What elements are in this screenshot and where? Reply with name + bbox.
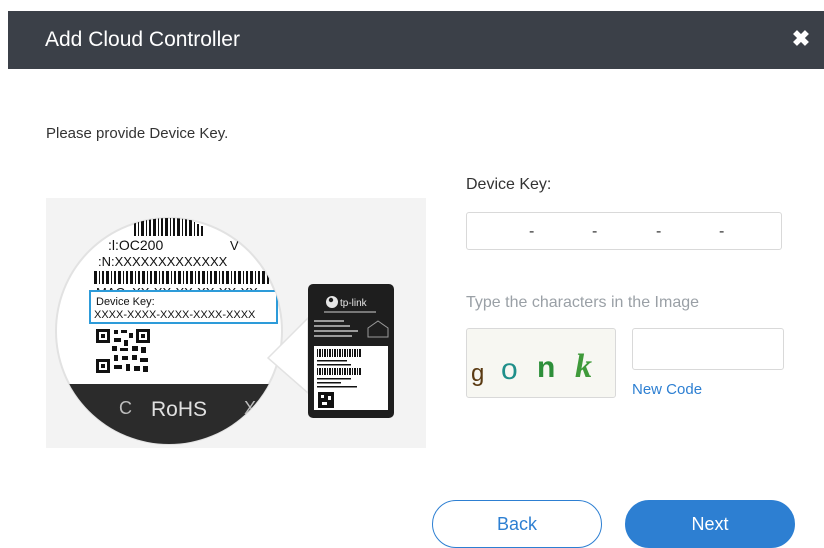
captcha-label: Type the characters in the Image — [466, 294, 700, 311]
captcha-image: g o n k — [466, 328, 616, 398]
captcha-char-1: g — [471, 360, 484, 387]
new-code-link[interactable]: New Code — [632, 381, 702, 398]
device-key-input[interactable]: - - - - — [466, 212, 782, 250]
serial-text: :N:XXXXXXXXXXXXX — [98, 254, 228, 269]
dialog-header: Add Cloud Controller ✖ — [8, 11, 824, 69]
captcha-input[interactable] — [632, 328, 784, 370]
device-label-illustration: :l:OC200 V :N:XXXXXXXXXXXXX Device Key: … — [46, 198, 426, 448]
brand-text: tp-link — [340, 298, 368, 309]
model-text: :l:OC200 — [108, 237, 163, 253]
rohs-text: RoHS — [151, 398, 207, 421]
prompt-text: Please provide Device Key. — [46, 125, 229, 142]
ce-mark-text: C — [119, 398, 132, 418]
device-illustration-svg: :l:OC200 V :N:XXXXXXXXXXXXX Device Key: … — [55, 217, 394, 445]
key-separator-1: - — [529, 223, 535, 240]
captcha-char-3: n — [537, 351, 555, 384]
device-key-label: Device Key: — [466, 176, 552, 193]
device-key-value: XXXX-XXXX-XXXX-XXXX-XXXX — [94, 309, 256, 321]
qr-code — [96, 329, 151, 373]
captcha-svg: g o n k — [471, 348, 592, 387]
key-separator-3: - — [656, 223, 662, 240]
captcha-char-4: k — [575, 348, 592, 385]
next-button[interactable]: Next — [625, 500, 795, 548]
key-separator-2: - — [592, 223, 598, 240]
device-key-caption: Device Key: — [96, 296, 155, 308]
captcha-char-2: o — [501, 353, 518, 386]
key-separator-4: - — [719, 223, 725, 240]
back-button[interactable]: Back — [432, 500, 602, 548]
controller-card: tp-link — [308, 284, 394, 418]
close-icon[interactable]: ✖ — [789, 27, 813, 51]
dialog-title: Add Cloud Controller — [45, 28, 240, 51]
